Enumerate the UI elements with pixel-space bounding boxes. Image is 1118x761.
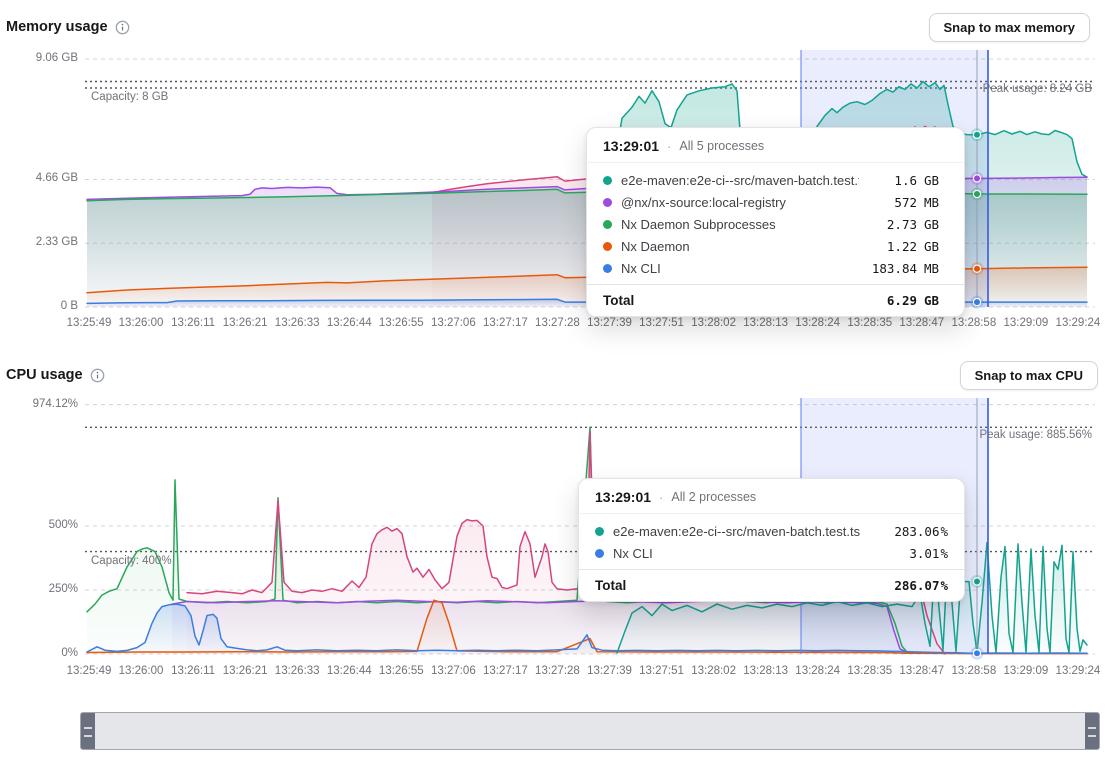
process-value-unit: MB bbox=[924, 195, 948, 210]
tooltip-header: 13:29:01 · All 5 processes bbox=[587, 128, 964, 163]
cpu-tooltip: 13:29:01 · All 2 processes e2e-maven:e2e… bbox=[578, 478, 965, 602]
tooltip-row: @nx/nx-source:local-registry572 MB bbox=[603, 191, 948, 213]
process-name: e2e-maven:e2e-ci--src/maven-batch.test.t… bbox=[613, 524, 881, 539]
timeline-brush[interactable] bbox=[80, 712, 1100, 750]
process-name: Nx Daemon Subprocesses bbox=[621, 217, 859, 232]
memory-tooltip: 13:29:01 · All 5 processes e2e-maven:e2e… bbox=[586, 127, 965, 317]
cpu-capacity-label: Capacity: 400% bbox=[91, 555, 172, 567]
tooltip-total-row: Total 286.07 % bbox=[579, 569, 964, 601]
process-value: 1.22 bbox=[859, 239, 917, 254]
tooltip-row: Nx CLI3.01% bbox=[595, 542, 948, 564]
process-value-unit: MB bbox=[924, 261, 948, 276]
process-color-dot-icon bbox=[595, 549, 604, 558]
process-name: Nx CLI bbox=[621, 261, 859, 276]
process-color-dot-icon bbox=[603, 264, 612, 273]
tooltip-total-value: 6.29 bbox=[859, 293, 917, 308]
tooltip-rows: e2e-maven:e2e-ci--src/maven-batch.test.t… bbox=[587, 163, 964, 284]
info-icon[interactable] bbox=[115, 20, 130, 35]
process-value-unit: % bbox=[940, 524, 948, 539]
tooltip-total-value: 286.07 bbox=[881, 578, 939, 593]
process-value: 572 bbox=[859, 195, 917, 210]
tooltip-separator: · bbox=[659, 490, 663, 505]
tooltip-time: 13:29:01 bbox=[603, 138, 659, 154]
process-value-unit: GB bbox=[924, 173, 948, 188]
process-color-dot-icon bbox=[603, 176, 612, 185]
tooltip-total-label: Total bbox=[595, 578, 881, 593]
process-color-dot-icon bbox=[603, 242, 612, 251]
process-color-dot-icon bbox=[603, 198, 612, 207]
tooltip-subtitle: All 2 processes bbox=[671, 490, 756, 504]
tooltip-rows: e2e-maven:e2e-ci--src/maven-batch.test.t… bbox=[579, 514, 964, 569]
tooltip-row: Nx CLI183.84 MB bbox=[603, 257, 948, 279]
cpu-usage-title: CPU usage bbox=[6, 367, 105, 383]
hover-dot bbox=[973, 578, 980, 585]
tooltip-total-unit: % bbox=[940, 578, 948, 593]
snap-to-max-memory-button[interactable]: Snap to max memory bbox=[929, 13, 1091, 42]
snap-to-max-cpu-button[interactable]: Snap to max CPU bbox=[960, 361, 1098, 390]
process-value-unit: GB bbox=[924, 239, 948, 254]
cpu-usage-chart[interactable] bbox=[0, 0, 1118, 761]
tooltip-row: Nx Daemon Subprocesses2.73 GB bbox=[603, 213, 948, 235]
process-color-dot-icon bbox=[595, 527, 604, 536]
process-value: 1.6 bbox=[859, 173, 917, 188]
tooltip-subtitle: All 5 processes bbox=[679, 139, 764, 153]
hover-dot bbox=[973, 650, 980, 657]
brush-track[interactable] bbox=[95, 713, 1085, 749]
cpu-usage-title-text: CPU usage bbox=[6, 367, 83, 383]
tooltip-row: e2e-maven:e2e-ci--src/maven-batch.test.t… bbox=[595, 520, 948, 542]
drag-handle-icon bbox=[1088, 727, 1096, 737]
tooltip-total-unit: GB bbox=[924, 293, 948, 308]
tooltip-time: 13:29:01 bbox=[595, 489, 651, 505]
tooltip-total-label: Total bbox=[603, 293, 859, 308]
memory-usage-title-text: Memory usage bbox=[6, 19, 108, 35]
process-value-unit: GB bbox=[924, 217, 948, 232]
process-value-unit: % bbox=[940, 546, 948, 561]
brush-handle-right[interactable] bbox=[1085, 713, 1099, 749]
process-name: e2e-maven:e2e-ci--src/maven-batch.test.t… bbox=[621, 173, 859, 188]
process-value: 183.84 bbox=[859, 261, 917, 276]
memory-usage-title: Memory usage bbox=[6, 19, 130, 35]
tooltip-total-row: Total 6.29 GB bbox=[587, 284, 964, 316]
process-name: Nx Daemon bbox=[621, 239, 859, 254]
cpu-peak-label: Peak usage: 885.56% bbox=[979, 429, 1092, 441]
tooltip-row: e2e-maven:e2e-ci--src/maven-batch.test.t… bbox=[603, 169, 948, 191]
tooltip-header: 13:29:01 · All 2 processes bbox=[579, 479, 964, 514]
memory-capacity-label: Capacity: 8 GB bbox=[91, 91, 168, 103]
tooltip-separator: · bbox=[667, 139, 671, 154]
tooltip-row: Nx Daemon1.22 GB bbox=[603, 235, 948, 257]
process-name: Nx CLI bbox=[613, 546, 881, 561]
process-value: 283.06 bbox=[881, 524, 939, 539]
memory-peak-label: Peak usage: 8.24 GB bbox=[983, 83, 1092, 95]
process-value: 2.73 bbox=[859, 217, 917, 232]
process-value: 3.01 bbox=[881, 546, 939, 561]
process-name: @nx/nx-source:local-registry bbox=[621, 195, 859, 210]
info-icon[interactable] bbox=[90, 368, 105, 383]
process-color-dot-icon bbox=[603, 220, 612, 229]
drag-handle-icon bbox=[84, 727, 92, 737]
brush-handle-left[interactable] bbox=[81, 713, 95, 749]
